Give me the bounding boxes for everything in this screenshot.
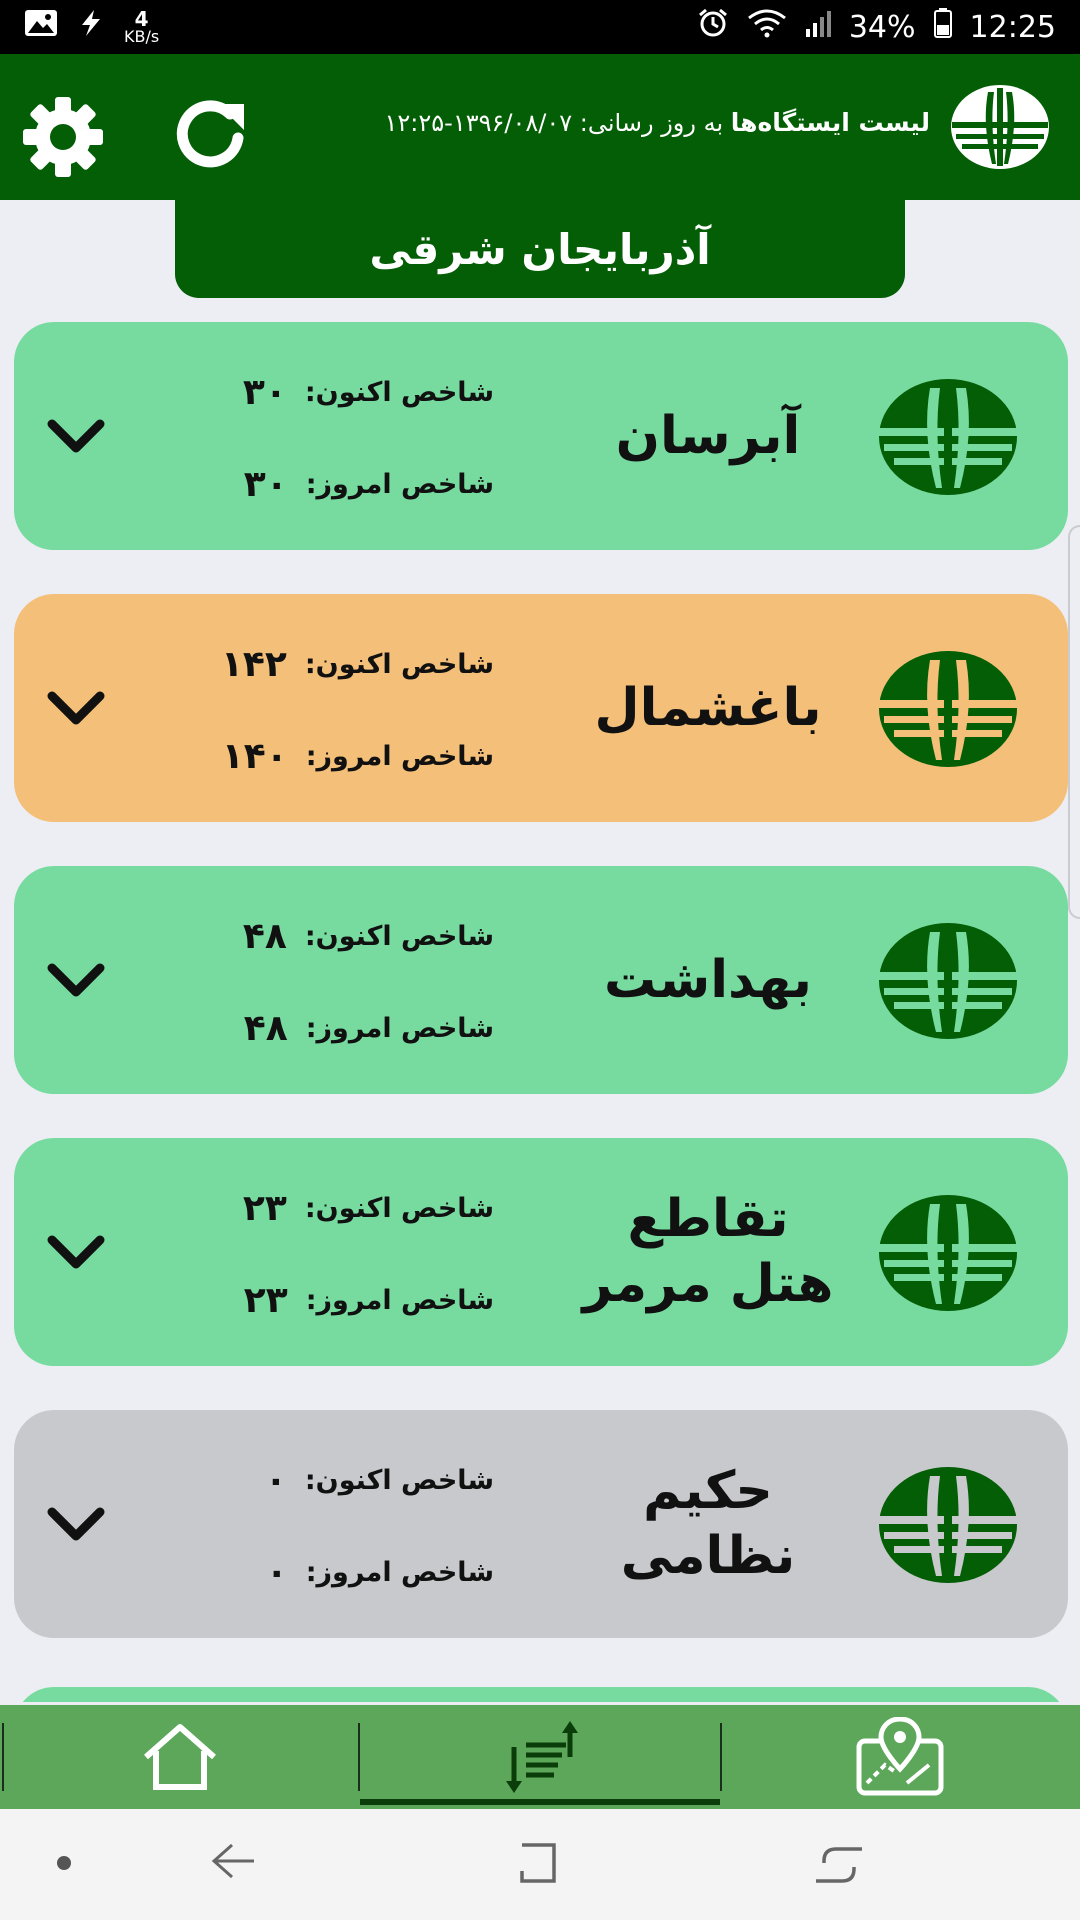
- station-card[interactable]: بهداشت شاخص اکنون: ۴۸ شاخص امروز: ۴۸: [14, 866, 1068, 1094]
- station-logo-icon: [878, 650, 1018, 768]
- bottom-navigation: [0, 1705, 1080, 1809]
- station-card-partial[interactable]: [14, 1687, 1068, 1702]
- today-index-label: شاخص امروز:: [305, 1285, 494, 1316]
- now-index-row: شاخص اکنون: ۳۰: [164, 372, 494, 413]
- today-index-value: ۴۸: [243, 1008, 288, 1049]
- battery-percent: 34%: [848, 9, 916, 45]
- network-speed: 4 KB/s: [124, 9, 159, 45]
- chevron-down-icon[interactable]: [44, 680, 108, 736]
- nav-map[interactable]: [720, 1705, 1080, 1809]
- station-name: حکیم نظامی: [620, 1461, 796, 1586]
- station-name: آبرسان: [615, 405, 801, 466]
- app-bar: لیست ایستگاه‌ها به روز رسانی: ۱۳۹۶/۰۸/۰۷…: [0, 54, 1080, 200]
- today-index-value: ۲۳: [243, 1280, 288, 1321]
- station-card[interactable]: حکیم نظامی شاخص اکنون: ۰ شاخص امروز: ۰: [14, 1410, 1068, 1638]
- station-card[interactable]: باغشمال شاخص اکنون: ۱۴۲ شاخص امروز: ۱۴۰: [14, 594, 1068, 822]
- today-index-value: ۰: [265, 1552, 288, 1593]
- flash-icon: [76, 8, 106, 46]
- network-speed-unit: KB/s: [124, 27, 160, 46]
- updated-timestamp: ۱۳۹۶/۰۸/۰۷-۱۲:۲۵: [384, 109, 573, 137]
- edge-panel-handle[interactable]: [1068, 525, 1080, 919]
- now-index-value: ۱۴۲: [220, 644, 287, 685]
- doe-logo-icon: [950, 84, 1050, 170]
- now-index-label: شاخص اکنون:: [304, 377, 494, 408]
- nav-home[interactable]: [0, 1705, 360, 1809]
- clock: 12:25: [969, 9, 1056, 45]
- app-title: لیست ایستگاه‌ها به روز رسانی: ۱۳۹۶/۰۸/۰۷…: [385, 108, 930, 137]
- station-logo-icon: [878, 378, 1018, 496]
- battery-icon: [933, 8, 952, 46]
- province-selector[interactable]: آذربایجان شرقی: [175, 200, 905, 298]
- station-logo-icon: [878, 1194, 1018, 1312]
- station-logo-icon: [878, 922, 1018, 1040]
- gallery-icon: [24, 9, 58, 45]
- refresh-button[interactable]: [170, 94, 250, 174]
- chevron-down-icon[interactable]: [44, 408, 108, 464]
- chevron-down-icon[interactable]: [44, 1496, 108, 1552]
- network-speed-value: 4: [134, 7, 149, 31]
- today-index-row: شاخص امروز: ۴۸: [164, 1008, 494, 1049]
- today-index-label: شاخص امروز:: [305, 741, 494, 772]
- now-index-row: شاخص اکنون: ۱۴۲: [164, 644, 494, 685]
- home-gesture-icon[interactable]: [814, 1843, 864, 1891]
- today-index-row: شاخص امروز: ۲۳: [164, 1280, 494, 1321]
- chevron-down-icon[interactable]: [44, 952, 108, 1008]
- system-navigation-bar: [0, 1809, 1080, 1920]
- now-index-row: شاخص اکنون: ۰: [164, 1460, 494, 1501]
- gear-icon: [23, 97, 103, 177]
- nav-active-indicator: [360, 1799, 720, 1805]
- now-index-value: ۴۸: [242, 916, 287, 957]
- station-name: باغشمال: [594, 677, 822, 738]
- back-icon[interactable]: [210, 1841, 256, 1885]
- today-index-label: شاخص امروز:: [305, 1013, 494, 1044]
- updated-label: به روز رسانی:: [579, 109, 724, 137]
- station-card[interactable]: تقاطع هتل مرمر شاخص اکنون: ۲۳ شاخص امروز…: [14, 1138, 1068, 1366]
- station-name: بهداشت: [604, 949, 812, 1010]
- refresh-icon: [176, 100, 244, 168]
- now-index-label: شاخص اکنون:: [304, 649, 494, 680]
- now-index-label: شاخص اکنون:: [304, 1465, 494, 1496]
- today-index-label: شاخص امروز:: [305, 469, 494, 500]
- dot-icon[interactable]: [56, 1855, 72, 1875]
- status-bar: 4 KB/s 34% 12:25: [0, 0, 1080, 54]
- alarm-icon: [697, 7, 729, 47]
- now-index-label: شاخص اکنون:: [304, 921, 494, 952]
- now-index-label: شاخص اکنون:: [304, 1193, 494, 1224]
- home-icon: [144, 1724, 216, 1790]
- station-logo-icon: [878, 1466, 1018, 1584]
- nav-stations-list[interactable]: [360, 1705, 720, 1809]
- today-index-row: شاخص امروز: ۱۴۰: [164, 736, 494, 777]
- map-pin-icon: [856, 1717, 944, 1796]
- settings-button[interactable]: [20, 94, 106, 180]
- now-index-row: شاخص اکنون: ۴۸: [164, 916, 494, 957]
- now-index-value: ۰: [264, 1460, 287, 1501]
- today-index-row: شاخص امروز: ۳۰: [164, 464, 494, 505]
- wifi-icon: [747, 8, 787, 46]
- now-index-value: ۳۰: [242, 372, 287, 413]
- today-index-row: شاخص امروز: ۰: [164, 1552, 494, 1593]
- station-card[interactable]: آبرسان شاخص اکنون: ۳۰ شاخص امروز: ۳۰: [14, 322, 1068, 550]
- station-list[interactable]: آبرسان شاخص اکنون: ۳۰ شاخص امروز: ۳۰ باغ…: [14, 322, 1068, 1702]
- station-name: تقاطع هتل مرمر: [582, 1189, 834, 1314]
- today-index-label: شاخص امروز:: [305, 1557, 494, 1588]
- today-index-value: ۱۴۰: [221, 736, 288, 777]
- now-index-value: ۲۳: [242, 1188, 287, 1229]
- recents-icon[interactable]: [514, 1841, 560, 1891]
- now-index-row: شاخص اکنون: ۲۳: [164, 1188, 494, 1229]
- chevron-down-icon[interactable]: [44, 1224, 108, 1280]
- today-index-value: ۳۰: [243, 464, 288, 505]
- page-title: لیست ایستگاه‌ها: [730, 108, 930, 137]
- sort-list-icon: [506, 1721, 578, 1793]
- signal-icon: [805, 9, 831, 45]
